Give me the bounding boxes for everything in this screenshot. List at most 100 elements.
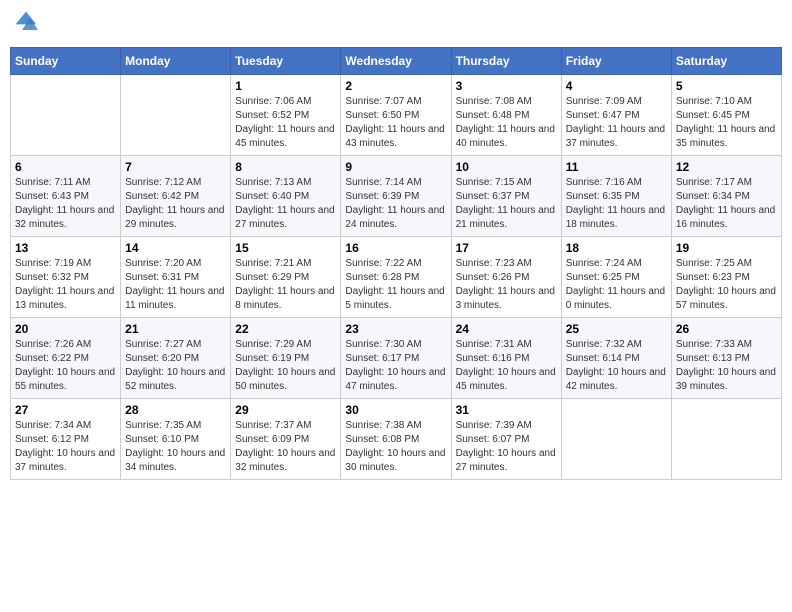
weekday-header-tuesday: Tuesday: [231, 48, 341, 75]
calendar-cell: 11 Sunrise: 7:16 AM Sunset: 6:35 PM Dayli…: [561, 156, 671, 237]
calendar-cell: 20Sunrise: 7:26 AM Sunset: 6:22 PM Dayli…: [11, 318, 121, 399]
calendar-cell: [121, 75, 231, 156]
day-info: Sunrise: 7:08 AM Sunset: 6:48 PM Dayligh…: [456, 95, 557, 151]
day-number: 2: [345, 79, 446, 93]
day-info: Sunrise: 7:21 AM Sunset: 6:29 PM Dayligh…: [235, 257, 336, 313]
day-info: Sunrise: 7:23 AM Sunset: 6:26 PM Dayligh…: [456, 257, 557, 313]
day-number: 28: [125, 403, 226, 417]
logo: [14, 10, 40, 39]
calendar-cell: 22Sunrise: 7:29 AM Sunset: 6:19 PM Dayli…: [231, 318, 341, 399]
day-number: 23: [345, 322, 446, 336]
day-number: 31: [456, 403, 557, 417]
calendar-cell: 15 Sunrise: 7:21 AM Sunset: 6:29 PM Dayli…: [231, 237, 341, 318]
calendar-cell: [561, 399, 671, 480]
day-number: 27: [15, 403, 116, 417]
day-info: Sunrise: 7:30 AM Sunset: 6:17 PM Dayligh…: [345, 338, 446, 394]
day-number: 3: [456, 79, 557, 93]
day-number: 22: [235, 322, 336, 336]
day-info: Sunrise: 7:09 AM Sunset: 6:47 PM Dayligh…: [566, 95, 667, 151]
calendar-cell: 24 Sunrise: 7:31 AM Sunset: 6:16 PM Dayli…: [451, 318, 561, 399]
day-number: 7: [125, 160, 226, 174]
day-info: Sunrise: 7:13 AM Sunset: 6:40 PM Dayligh…: [235, 176, 336, 232]
calendar-cell: 14Sunrise: 7:20 AM Sunset: 6:31 PM Dayli…: [121, 237, 231, 318]
day-number: 6: [15, 160, 116, 174]
calendar-week-row: 20Sunrise: 7:26 AM Sunset: 6:22 PM Dayli…: [11, 318, 782, 399]
day-info: Sunrise: 7:39 AM Sunset: 6:07 PM Dayligh…: [456, 419, 557, 475]
calendar-cell: 12 Sunrise: 7:17 AM Sunset: 6:34 PM Dayli…: [671, 156, 781, 237]
calendar-cell: 30 Sunrise: 7:38 AM Sunset: 6:08 PM Dayli…: [341, 399, 451, 480]
day-info: Sunrise: 7:19 AM Sunset: 6:32 PM Dayligh…: [15, 257, 116, 313]
day-info: Sunrise: 7:25 AM Sunset: 6:23 PM Dayligh…: [676, 257, 777, 313]
day-number: 10: [456, 160, 557, 174]
calendar-cell: 8 Sunrise: 7:13 AM Sunset: 6:40 PM Daylig…: [231, 156, 341, 237]
day-number: 17: [456, 241, 557, 255]
day-number: 26: [676, 322, 777, 336]
calendar-cell: 19 Sunrise: 7:25 AM Sunset: 6:23 PM Dayli…: [671, 237, 781, 318]
calendar-cell: 17 Sunrise: 7:23 AM Sunset: 6:26 PM Dayli…: [451, 237, 561, 318]
calendar-week-row: 1Sunrise: 7:06 AM Sunset: 6:52 PM Daylig…: [11, 75, 782, 156]
page-header: [10, 10, 782, 39]
day-info: Sunrise: 7:31 AM Sunset: 6:16 PM Dayligh…: [456, 338, 557, 394]
day-info: Sunrise: 7:15 AM Sunset: 6:37 PM Dayligh…: [456, 176, 557, 232]
calendar-week-row: 13 Sunrise: 7:19 AM Sunset: 6:32 PM Dayli…: [11, 237, 782, 318]
day-number: 8: [235, 160, 336, 174]
calendar-cell: 21 Sunrise: 7:27 AM Sunset: 6:20 PM Dayli…: [121, 318, 231, 399]
calendar-cell: 2 Sunrise: 7:07 AM Sunset: 6:50 PM Daylig…: [341, 75, 451, 156]
day-number: 15: [235, 241, 336, 255]
day-info: Sunrise: 7:16 AM Sunset: 6:35 PM Dayligh…: [566, 176, 667, 232]
calendar-cell: 4 Sunrise: 7:09 AM Sunset: 6:47 PM Daylig…: [561, 75, 671, 156]
day-info: Sunrise: 7:24 AM Sunset: 6:25 PM Dayligh…: [566, 257, 667, 313]
day-number: 9: [345, 160, 446, 174]
calendar-week-row: 6 Sunrise: 7:11 AM Sunset: 6:43 PM Daylig…: [11, 156, 782, 237]
calendar-week-row: 27 Sunrise: 7:34 AM Sunset: 6:12 PM Dayli…: [11, 399, 782, 480]
day-number: 11: [566, 160, 667, 174]
calendar-body: 1Sunrise: 7:06 AM Sunset: 6:52 PM Daylig…: [11, 75, 782, 480]
day-info: Sunrise: 7:38 AM Sunset: 6:08 PM Dayligh…: [345, 419, 446, 475]
calendar-cell: 26 Sunrise: 7:33 AM Sunset: 6:13 PM Dayli…: [671, 318, 781, 399]
day-number: 24: [456, 322, 557, 336]
calendar-cell: 6 Sunrise: 7:11 AM Sunset: 6:43 PM Daylig…: [11, 156, 121, 237]
day-info: Sunrise: 7:14 AM Sunset: 6:39 PM Dayligh…: [345, 176, 446, 232]
day-info: Sunrise: 7:26 AM Sunset: 6:22 PM Dayligh…: [15, 338, 116, 394]
calendar-cell: 31 Sunrise: 7:39 AM Sunset: 6:07 PM Dayli…: [451, 399, 561, 480]
weekday-header-wednesday: Wednesday: [341, 48, 451, 75]
calendar-cell: 16Sunrise: 7:22 AM Sunset: 6:28 PM Dayli…: [341, 237, 451, 318]
weekday-header-friday: Friday: [561, 48, 671, 75]
calendar-cell: [671, 399, 781, 480]
day-info: Sunrise: 7:17 AM Sunset: 6:34 PM Dayligh…: [676, 176, 777, 232]
calendar-cell: 28 Sunrise: 7:35 AM Sunset: 6:10 PM Dayli…: [121, 399, 231, 480]
day-info: Sunrise: 7:27 AM Sunset: 6:20 PM Dayligh…: [125, 338, 226, 394]
day-number: 14: [125, 241, 226, 255]
calendar-cell: 25 Sunrise: 7:32 AM Sunset: 6:14 PM Dayli…: [561, 318, 671, 399]
day-info: Sunrise: 7:11 AM Sunset: 6:43 PM Dayligh…: [15, 176, 116, 232]
day-info: Sunrise: 7:37 AM Sunset: 6:09 PM Dayligh…: [235, 419, 336, 475]
weekday-header-sunday: Sunday: [11, 48, 121, 75]
calendar-cell: 18Sunrise: 7:24 AM Sunset: 6:25 PM Dayli…: [561, 237, 671, 318]
day-number: 12: [676, 160, 777, 174]
day-info: Sunrise: 7:32 AM Sunset: 6:14 PM Dayligh…: [566, 338, 667, 394]
day-number: 16: [345, 241, 446, 255]
weekday-header-saturday: Saturday: [671, 48, 781, 75]
weekday-header-thursday: Thursday: [451, 48, 561, 75]
calendar-cell: 29 Sunrise: 7:37 AM Sunset: 6:09 PM Dayli…: [231, 399, 341, 480]
logo-icon: [14, 10, 38, 34]
calendar-cell: 1Sunrise: 7:06 AM Sunset: 6:52 PM Daylig…: [231, 75, 341, 156]
day-number: 13: [15, 241, 116, 255]
day-number: 25: [566, 322, 667, 336]
calendar-table: SundayMondayTuesdayWednesdayThursdayFrid…: [10, 47, 782, 480]
weekday-header-monday: Monday: [121, 48, 231, 75]
day-info: Sunrise: 7:33 AM Sunset: 6:13 PM Dayligh…: [676, 338, 777, 394]
calendar-cell: 23 Sunrise: 7:30 AM Sunset: 6:17 PM Dayli…: [341, 318, 451, 399]
day-number: 21: [125, 322, 226, 336]
day-number: 4: [566, 79, 667, 93]
calendar-cell: 13 Sunrise: 7:19 AM Sunset: 6:32 PM Dayli…: [11, 237, 121, 318]
day-number: 30: [345, 403, 446, 417]
day-info: Sunrise: 7:35 AM Sunset: 6:10 PM Dayligh…: [125, 419, 226, 475]
day-number: 29: [235, 403, 336, 417]
calendar-cell: 9 Sunrise: 7:14 AM Sunset: 6:39 PM Daylig…: [341, 156, 451, 237]
day-info: Sunrise: 7:07 AM Sunset: 6:50 PM Dayligh…: [345, 95, 446, 151]
day-number: 1: [235, 79, 336, 93]
calendar-cell: [11, 75, 121, 156]
day-number: 19: [676, 241, 777, 255]
day-info: Sunrise: 7:34 AM Sunset: 6:12 PM Dayligh…: [15, 419, 116, 475]
